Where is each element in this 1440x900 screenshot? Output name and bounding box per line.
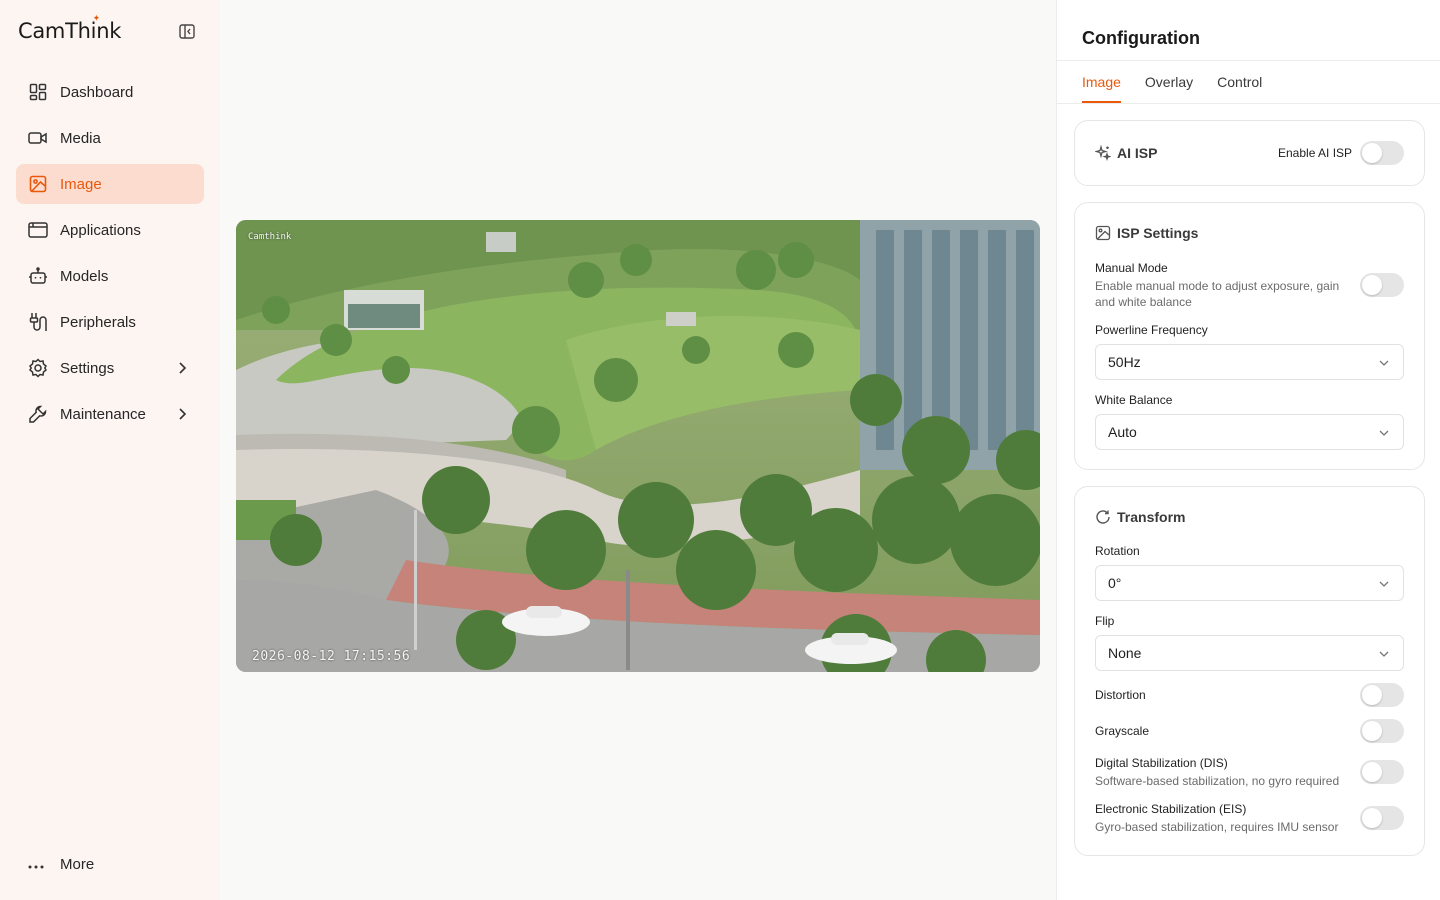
enable-ai-isp-label: Enable AI ISP (1278, 146, 1353, 160)
sidebar-collapse-icon[interactable] (179, 24, 196, 40)
config-tabs: Image Overlay Control (1082, 74, 1286, 103)
sidebar-item-label: Settings (60, 359, 115, 377)
transform-card: Transform Rotation 0° Flip None Distorti… (1074, 486, 1425, 856)
powerline-frequency-label: Powerline Frequency (1095, 323, 1208, 337)
flip-select[interactable]: None (1095, 635, 1404, 671)
sparkles-icon (1095, 145, 1111, 161)
grayscale-toggle[interactable] (1360, 719, 1404, 743)
image-settings-icon (1095, 225, 1111, 241)
white-balance-value: Auto (1108, 424, 1137, 440)
ai-isp-card: AI ISP Enable AI ISP (1074, 120, 1425, 186)
more-button[interactable]: More (28, 856, 94, 873)
camera-preview[interactable]: Camthink 2026-08-12 17:15:56 (236, 220, 1040, 672)
logo-i: i ✦ (91, 14, 101, 43)
chevron-down-icon (1377, 426, 1391, 440)
transform-title: Transform (1095, 509, 1185, 525)
main-area: Camthink 2026-08-12 17:15:56 (220, 0, 1056, 900)
divider (1057, 60, 1440, 61)
dis-toggle[interactable] (1360, 760, 1404, 784)
flip-value: None (1108, 645, 1142, 661)
divider (1057, 103, 1440, 104)
camera-scene-image (236, 220, 1040, 672)
osd-timestamp: 2026-08-12 17:15:56 (252, 649, 411, 664)
video-icon (28, 128, 48, 148)
ai-isp-title-text: AI ISP (1117, 145, 1158, 161)
grayscale-label: Grayscale (1095, 724, 1150, 738)
peripherals-icon (28, 312, 48, 332)
logo-spark-icon: ✦ (92, 14, 101, 24)
distortion-toggle[interactable] (1360, 683, 1404, 707)
isp-settings-title-text: ISP Settings (1117, 225, 1199, 241)
configuration-panel: Configuration Image Overlay Control AI I… (1056, 0, 1440, 900)
manual-mode-label: Manual Mode (1095, 261, 1168, 275)
powerline-frequency-value: 50Hz (1108, 354, 1141, 370)
sidebar-item-media[interactable]: Media (16, 118, 204, 158)
eis-toggle[interactable] (1360, 806, 1404, 830)
more-label: More (60, 856, 95, 873)
gear-icon (28, 358, 48, 378)
transform-title-text: Transform (1117, 509, 1186, 525)
sidebar-item-applications[interactable]: Applications (16, 210, 204, 250)
sidebar-item-maintenance[interactable]: Maintenance (16, 394, 204, 434)
sidebar-item-models[interactable]: Models (16, 256, 204, 296)
ellipsis-icon (28, 856, 48, 873)
sidebar-item-dashboard[interactable]: Dashboard (16, 72, 204, 112)
panel-title: Configuration (1082, 28, 1200, 48)
rotate-icon (1095, 509, 1111, 525)
rotation-label: Rotation (1095, 544, 1140, 558)
camthink-logo[interactable]: CamThi ✦ nk (18, 14, 121, 43)
wrench-icon (28, 404, 48, 424)
applications-icon (28, 220, 48, 240)
sidebar-item-label: Maintenance (60, 405, 146, 423)
sidebar-item-label: Peripherals (60, 313, 136, 331)
dis-label: Digital Stabilization (DIS) (1095, 756, 1228, 770)
dis-description: Software-based stabilization, no gyro re… (1095, 774, 1340, 788)
tab-image[interactable]: Image (1082, 74, 1121, 103)
dashboard-icon (28, 82, 48, 102)
rotation-value: 0° (1108, 575, 1122, 591)
white-balance-select[interactable]: Auto (1095, 414, 1404, 450)
sidebar: CamThi ✦ nk Dashboard Media Image Applic… (0, 0, 220, 900)
powerline-frequency-select[interactable]: 50Hz (1095, 344, 1404, 380)
ai-isp-title: AI ISP (1095, 145, 1157, 161)
chevron-right-icon (174, 406, 190, 422)
sidebar-item-label: Applications (60, 221, 141, 239)
sidebar-item-settings[interactable]: Settings (16, 348, 204, 388)
sidebar-item-label: Media (60, 129, 101, 147)
sidebar-item-image[interactable]: Image (16, 164, 204, 204)
sidebar-item-peripherals[interactable]: Peripherals (16, 302, 204, 342)
sidebar-nav: Dashboard Media Image Applications Model… (16, 72, 204, 440)
distortion-label: Distortion (1095, 688, 1146, 702)
chevron-down-icon (1377, 577, 1391, 591)
flip-label: Flip (1095, 614, 1115, 628)
sidebar-item-label: Image (60, 175, 102, 193)
image-icon (28, 174, 48, 194)
eis-label: Electronic Stabilization (EIS) (1095, 802, 1247, 816)
chevron-down-icon (1377, 647, 1391, 661)
tab-control[interactable]: Control (1217, 74, 1262, 103)
sidebar-item-label: Models (60, 267, 109, 285)
sidebar-item-label: Dashboard (60, 83, 134, 101)
robot-icon (28, 266, 48, 286)
white-balance-label: White Balance (1095, 393, 1173, 407)
tab-overlay[interactable]: Overlay (1145, 74, 1193, 103)
isp-settings-card: ISP Settings Manual Mode Enable manual m… (1074, 202, 1425, 470)
osd-label: Camthink (248, 232, 292, 242)
manual-mode-toggle[interactable] (1360, 273, 1404, 297)
isp-settings-title: ISP Settings (1095, 225, 1198, 241)
chevron-down-icon (1377, 356, 1391, 370)
enable-ai-isp-toggle[interactable] (1360, 141, 1404, 165)
eis-description: Gyro-based stabilization, requires IMU s… (1095, 820, 1339, 834)
logo-text: CamTh (18, 19, 91, 43)
manual-mode-description: Enable manual mode to adjust exposure, g… (1095, 279, 1340, 309)
rotation-select[interactable]: 0° (1095, 565, 1404, 601)
chevron-right-icon (174, 360, 190, 376)
